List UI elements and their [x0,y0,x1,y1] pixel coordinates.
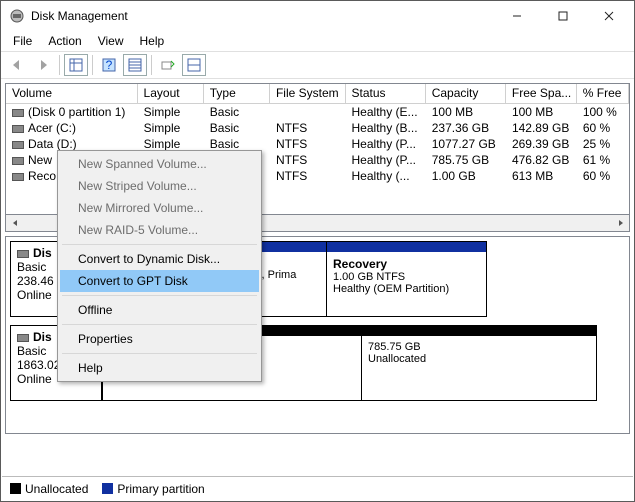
cell-free: 100 MB [506,105,577,119]
col-volume[interactable]: Volume [6,84,138,103]
cell-status: Healthy (B... [346,121,426,135]
cell-capacity: 100 MB [426,105,506,119]
volume-icon [12,173,24,181]
menu-item[interactable]: Convert to GPT Disk [60,270,259,292]
toolbar: ? [1,51,634,79]
context-menu: New Spanned Volume...New Striped Volume.… [57,150,262,382]
cell-layout: Simple [138,105,204,119]
cell-type: Basic [204,121,270,135]
menu-action[interactable]: Action [40,32,89,50]
cell-free: 269.39 GB [506,137,577,151]
cell-status: Healthy (P... [346,153,426,167]
cell-type: Basic [204,105,270,119]
menu-item: New Mirrored Volume... [60,197,259,219]
cell-free: 476.82 GB [506,153,577,167]
menu-item: New Striped Volume... [60,175,259,197]
legend-unallocated: Unallocated [10,482,88,496]
cell-fs: NTFS [270,137,346,151]
forward-button[interactable] [31,54,55,76]
cell-volume: (Disk 0 partition 1) [6,105,138,119]
volume-icon [12,141,24,149]
titlebar: Disk Management [1,1,634,31]
menu-view[interactable]: View [90,32,132,50]
cell-capacity: 785.75 GB [426,153,506,167]
cell-fs: NTFS [270,121,346,135]
scroll-right-icon[interactable] [612,215,629,232]
cell-volume: Acer (C:) [6,121,138,135]
col-layout[interactable]: Layout [138,84,204,103]
disk-icon [17,250,29,258]
cell-capacity: 1.00 GB [426,169,506,183]
toolbar-separator [151,55,152,75]
table-row[interactable]: Acer (C:)SimpleBasicNTFSHealthy (B...237… [6,120,629,136]
app-icon [9,8,25,24]
cell-status: Healthy (E... [346,105,426,119]
menu-item: New Spanned Volume... [60,153,259,175]
col-freespace[interactable]: Free Spa... [506,84,577,103]
cell-pct: 60 % [577,169,629,183]
window-title: Disk Management [31,9,494,23]
toolbar-layout-icon[interactable] [182,54,206,76]
cell-layout: Simple [138,121,204,135]
menu-item[interactable]: Properties [60,328,259,350]
cell-pct: 25 % [577,137,629,151]
volume-icon [12,125,24,133]
swatch-unallocated-icon [10,483,21,494]
cell-fs: NTFS [270,153,346,167]
cell-pct: 100 % [577,105,629,119]
cell-status: Healthy (P... [346,137,426,151]
table-row[interactable]: (Disk 0 partition 1)SimpleBasic Healthy (… [6,104,629,120]
maximize-button[interactable] [540,1,586,31]
menu-separator [62,324,257,325]
refresh-icon[interactable] [156,54,180,76]
partition[interactable]: Recovery1.00 GB NTFSHealthy (OEM Partiti… [327,241,487,317]
cell-capacity: 1077.27 GB [426,137,506,151]
cell-pct: 60 % [577,121,629,135]
col-type[interactable]: Type [204,84,270,103]
col-filesystem[interactable]: File System [270,84,346,103]
cell-capacity: 237.36 GB [426,121,506,135]
toolbar-separator [59,55,60,75]
menu-item[interactable]: Offline [60,299,259,321]
minimize-button[interactable] [494,1,540,31]
legend-primary: Primary partition [102,482,204,496]
cell-layout: Simple [138,137,204,151]
partition-band [362,326,596,336]
menu-item[interactable]: Help [60,357,259,379]
cell-free: 142.89 GB [506,121,577,135]
menu-help[interactable]: Help [132,32,173,50]
swatch-primary-icon [102,483,113,494]
cell-status: Healthy (... [346,169,426,183]
menu-item: New RAID-5 Volume... [60,219,259,241]
menu-separator [62,244,257,245]
menu-item[interactable]: Convert to Dynamic Disk... [60,248,259,270]
help-icon[interactable]: ? [97,54,121,76]
list-header: Volume Layout Type File System Status Ca… [6,84,629,104]
menu-separator [62,353,257,354]
back-button[interactable] [5,54,29,76]
cell-fs: NTFS [270,169,346,183]
toolbar-separator [92,55,93,75]
col-status[interactable]: Status [346,84,426,103]
cell-pct: 61 % [577,153,629,167]
col-pctfree[interactable]: % Free [577,84,629,103]
legend: Unallocated Primary partition [2,476,633,500]
col-capacity[interactable]: Capacity [426,84,506,103]
partition[interactable]: 785.75 GBUnallocated [362,325,597,401]
partition-band [327,242,486,252]
scroll-left-icon[interactable] [6,215,23,232]
cell-free: 613 MB [506,169,577,183]
menubar: File Action View Help [1,31,634,51]
cell-type: Basic [204,137,270,151]
cell-volume: Data (D:) [6,137,138,151]
volume-icon [12,109,24,117]
toolbar-view-list-icon[interactable] [64,54,88,76]
toolbar-details-icon[interactable] [123,54,147,76]
menu-file[interactable]: File [5,32,40,50]
svg-text:?: ? [106,58,113,72]
volume-icon [12,157,24,165]
disk-icon [17,334,29,342]
menu-separator [62,295,257,296]
close-button[interactable] [586,1,632,31]
